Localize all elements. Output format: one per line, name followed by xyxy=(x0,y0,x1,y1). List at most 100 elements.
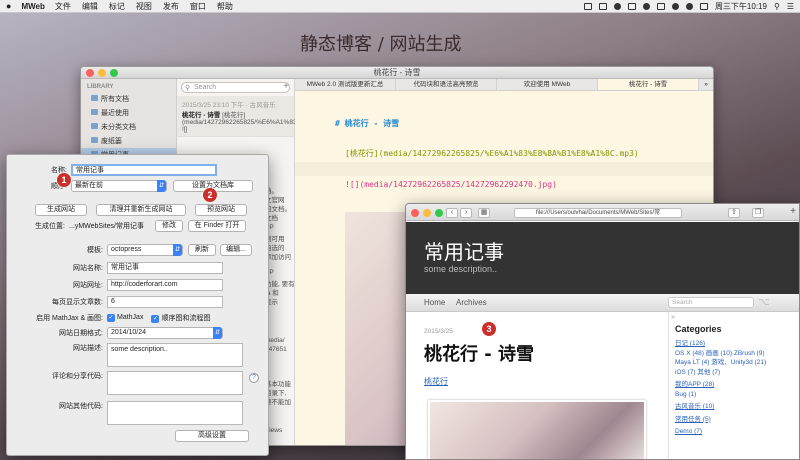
template-select[interactable]: octopress ⇵ xyxy=(107,244,183,256)
share-icon[interactable]: ⇧ xyxy=(728,208,740,218)
mathjax-label: 启用 MathJax & 画图: xyxy=(36,315,103,322)
preview-site-button[interactable]: 预览网站 xyxy=(195,204,247,216)
category-link[interactable]: 日记 (126) xyxy=(675,339,795,349)
status-app-icon[interactable] xyxy=(642,2,650,10)
status-app-icon[interactable] xyxy=(613,2,621,10)
description-label: 网站描述: xyxy=(73,345,103,352)
comment-code-textarea[interactable] xyxy=(107,371,243,395)
advanced-settings-button[interactable]: 高级设置 xyxy=(175,430,249,442)
name-field[interactable]: 常用记事 xyxy=(71,164,217,176)
category-link[interactable]: 常用任务 (5) xyxy=(675,415,795,425)
status-app-icon[interactable] xyxy=(598,2,607,10)
zoom-button[interactable] xyxy=(435,209,443,217)
menu-mark[interactable]: 标记 xyxy=(109,1,125,12)
tab-welcome[interactable]: 欢迎使用 MWeb xyxy=(497,79,598,90)
menu-view[interactable]: 视图 xyxy=(136,1,152,12)
tab-current-doc[interactable]: 桃花行 - 诗雪 xyxy=(598,79,699,90)
menu-file[interactable]: 文件 xyxy=(55,1,71,12)
dropdown-arrow-icon: ⇵ xyxy=(213,327,222,339)
new-tab-icon[interactable]: + xyxy=(788,207,798,217)
dropdown-arrow-icon: ⇵ xyxy=(157,180,166,192)
close-button[interactable] xyxy=(411,209,419,217)
dropdown-arrow-icon: ⇵ xyxy=(173,244,182,256)
menu-help[interactable]: 帮助 xyxy=(217,1,233,12)
list-item[interactable]: 2015/3/25 23:10 下午 · 古风音乐 桃花行 - 诗雪 [桃花行]… xyxy=(177,96,396,137)
post-audio-link[interactable]: 桃花行 xyxy=(424,376,448,387)
tab-mweb2-updates[interactable]: MWeb 2.0 测试版更新汇总 xyxy=(295,79,396,90)
per-page-field[interactable]: 6 xyxy=(107,296,223,308)
search-input[interactable]: ⚲ Search xyxy=(181,82,290,93)
sidebar-toggle-icon[interactable]: ▦ xyxy=(478,208,490,218)
volume-icon[interactable] xyxy=(685,2,693,10)
status-app-icon[interactable] xyxy=(583,2,592,10)
description-textarea[interactable]: some description.. xyxy=(107,343,243,367)
notification-icon[interactable]: ☰ xyxy=(787,2,794,11)
generate-site-button[interactable]: 生成网站 xyxy=(35,204,87,216)
sidebar-item-all[interactable]: 所有文档 xyxy=(81,92,176,106)
order-select[interactable]: 最新在前 ⇵ xyxy=(71,180,167,192)
site-url-label: 网站网址: xyxy=(73,282,103,289)
site-name-field[interactable]: 常用记事 xyxy=(107,262,223,274)
current-line-highlight xyxy=(295,162,713,176)
status-app-icon[interactable] xyxy=(627,2,636,10)
open-in-finder-button[interactable]: 在 Finder 打开 xyxy=(188,220,246,232)
category-link[interactable]: Maya LT (4) 游戏、Unity3d (21) xyxy=(675,358,795,368)
category-link[interactable]: 我的APP (28) xyxy=(675,380,795,390)
status-area: 周三下午10:19 ⚲ ☰ xyxy=(583,1,794,12)
category-link[interactable]: Bug (1) xyxy=(675,390,795,400)
forward-icon[interactable]: › xyxy=(460,208,472,218)
minimize-button[interactable] xyxy=(423,209,431,217)
mathjax-checkbox[interactable]: ✓ MathJax xyxy=(107,314,143,322)
add-document-icon[interactable]: + xyxy=(283,81,289,92)
site-search-input[interactable]: Search xyxy=(668,297,754,308)
category-link[interactable]: 古风音乐 (10) xyxy=(675,402,795,412)
editor-heading: # 桃花行 - 诗雪 xyxy=(335,119,400,128)
sidebar-item-trash[interactable]: 废纸篓 xyxy=(81,134,176,148)
checkmark-icon: ✓ xyxy=(151,315,160,323)
category-link[interactable]: OS X (48) 画画 (10) ZBrush (9) xyxy=(675,349,795,359)
minimize-button[interactable] xyxy=(98,69,106,77)
rss-icon[interactable]: ⌥ xyxy=(758,297,770,308)
per-page-label: 每页显示文章数: xyxy=(52,299,103,306)
categories-sidebar: Categories 日记 (126) OS X (48) 画画 (10) ZB… xyxy=(668,312,799,459)
apple-menu-icon[interactable]: ● xyxy=(6,1,11,11)
wifi-icon[interactable] xyxy=(671,2,679,10)
help-button[interactable]: ? xyxy=(249,373,259,383)
date-format-select[interactable]: 2014/10/24 ⇵ xyxy=(107,327,223,339)
editor-image-link: ![](media/14272962265825/14272962292470.… xyxy=(345,180,557,189)
refresh-template-button[interactable]: 刷新 xyxy=(188,244,216,256)
nav-archives[interactable]: Archives xyxy=(456,298,487,307)
category-link[interactable]: Demo (7) xyxy=(675,427,795,437)
browser-toolbar: ‹ › ▦ file:///Users/oulvhai/Documents/MW… xyxy=(406,204,799,221)
tabs-icon[interactable]: ❐ xyxy=(752,208,764,218)
back-icon[interactable]: ‹ xyxy=(446,208,458,218)
modify-location-button[interactable]: 修改 xyxy=(155,220,183,232)
category-link[interactable]: iOS (7) 其他 (7) xyxy=(675,368,795,378)
more-tabs-icon[interactable]: » xyxy=(699,79,713,90)
status-app-icon[interactable] xyxy=(656,2,665,10)
editor-audio-link: [桃花行](media/14272962265825/%E6%A1%83%E8%… xyxy=(345,149,639,158)
app-menu[interactable]: MWeb xyxy=(21,2,44,11)
search-icon[interactable]: ⚲ xyxy=(774,2,780,11)
edit-template-button[interactable]: 编辑... xyxy=(220,244,252,256)
tab-code-preview[interactable]: 代码块和语法高亮预览 xyxy=(396,79,497,90)
flowchart-checkbox[interactable]: ✓ 顺序图和流程图 xyxy=(151,313,210,323)
site-subtitle: some description.. xyxy=(424,264,498,274)
post-title[interactable]: 桃花行 - 诗雪 xyxy=(424,340,534,366)
regenerate-site-button[interactable]: 清理并重新生成网站 xyxy=(96,204,186,216)
sidebar-item-recent[interactable]: 最近使用 xyxy=(81,106,176,120)
other-code-textarea[interactable] xyxy=(107,401,243,425)
menu-window[interactable]: 窗口 xyxy=(190,1,206,12)
zoom-button[interactable] xyxy=(110,69,118,77)
menu-publish[interactable]: 发布 xyxy=(163,1,179,12)
menu-edit[interactable]: 编辑 xyxy=(82,1,98,12)
sidebar-item-uncategorized[interactable]: 未分类文档 xyxy=(81,120,176,134)
site-url-field[interactable]: http://coderforart.com xyxy=(107,279,223,291)
nav-home[interactable]: Home xyxy=(424,298,445,307)
battery-icon[interactable] xyxy=(699,2,708,10)
close-button[interactable] xyxy=(86,69,94,77)
site-title[interactable]: 常用记事 xyxy=(424,236,504,265)
address-bar[interactable]: file:///Users/oulvhai/Documents/MWeb/Sit… xyxy=(514,208,682,218)
clock[interactable]: 周三下午10:19 xyxy=(715,1,767,12)
callout-badge-1: 1 xyxy=(57,173,71,187)
